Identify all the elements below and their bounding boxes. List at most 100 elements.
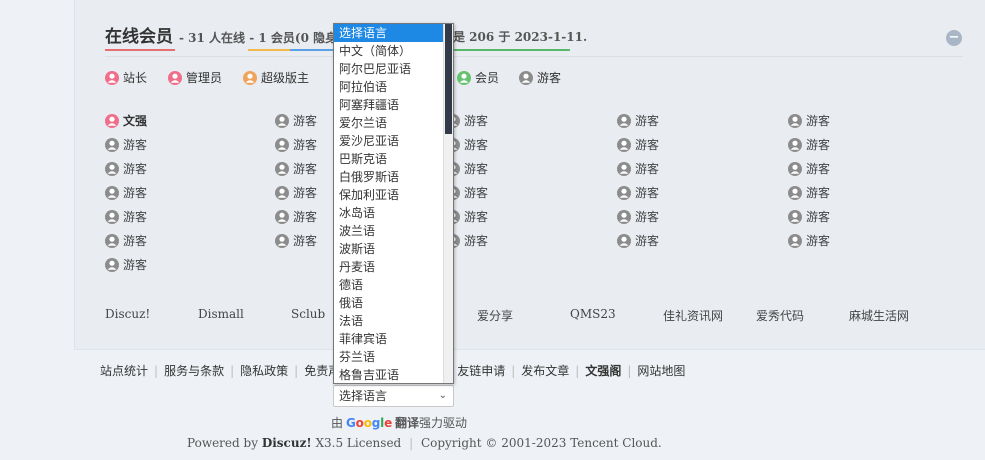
user-icon xyxy=(105,233,119,248)
language-select[interactable]: 选择语言 ⌄ xyxy=(333,385,454,407)
online-user[interactable]: 游客 xyxy=(275,160,317,177)
online-user[interactable]: 游客 xyxy=(617,232,659,249)
online-user[interactable]: 游客 xyxy=(105,184,147,201)
friend-link-qms23[interactable]: QMS23 xyxy=(570,307,616,321)
legend-guest: 游客 xyxy=(519,69,561,86)
online-user[interactable]: 游客 xyxy=(617,136,659,153)
language-option[interactable]: 波斯语 xyxy=(334,240,453,258)
google-logo[interactable]: Google xyxy=(346,416,392,430)
online-user[interactable]: 游客 xyxy=(275,208,317,225)
online-user[interactable]: 游客 xyxy=(617,160,659,177)
online-user-name: 游客 xyxy=(806,138,831,152)
online-user[interactable]: 游客 xyxy=(617,184,659,201)
user-icon xyxy=(617,161,631,176)
user-icon xyxy=(275,137,289,152)
language-option[interactable]: 冰岛语 xyxy=(334,204,453,222)
language-option[interactable]: 德语 xyxy=(334,276,453,294)
online-user[interactable]: 游客 xyxy=(788,184,830,201)
online-user[interactable]: 游客 xyxy=(617,112,659,129)
title-underline-green xyxy=(454,49,570,51)
online-user-name: 游客 xyxy=(123,138,148,152)
footer-link-stats[interactable]: 站点统计 xyxy=(100,362,148,379)
online-user[interactable]: 游客 xyxy=(788,208,830,225)
footer-link-friendlink[interactable]: 友链申请 xyxy=(457,362,505,379)
friend-link-jiali[interactable]: 佳礼资讯网 xyxy=(663,307,723,324)
language-option[interactable]: 法语 xyxy=(334,312,453,330)
friend-link-aixiu[interactable]: 爱秀代码 xyxy=(756,307,804,324)
language-option[interactable]: 阿塞拜疆语 xyxy=(334,96,453,114)
user-icon xyxy=(275,185,289,200)
footer-link-terms[interactable]: 服务与条款 xyxy=(164,362,224,379)
language-option[interactable]: 选择语言 xyxy=(334,24,453,42)
language-option[interactable]: 巴斯克语 xyxy=(334,150,453,168)
online-user-name: 游客 xyxy=(806,234,831,248)
online-user[interactable]: 游客 xyxy=(788,232,830,249)
friend-link-aifenxiang[interactable]: 爱分享 xyxy=(477,307,513,324)
footer-link-sitemap[interactable]: 网站地图 xyxy=(637,362,685,379)
language-option[interactable]: 爱尔兰语 xyxy=(334,114,453,132)
friend-link-dismall[interactable]: Dismall xyxy=(198,307,244,321)
powered-by-label: Powered by xyxy=(187,436,258,450)
language-option[interactable]: 菲律宾语 xyxy=(334,330,453,348)
footer-link-post[interactable]: 发布文章 xyxy=(521,362,569,379)
user-icon xyxy=(105,257,119,272)
language-option[interactable]: 格鲁吉亚语 xyxy=(334,366,453,383)
language-option[interactable]: 波兰语 xyxy=(334,222,453,240)
legend-supermod-label: 超级版主 xyxy=(261,71,310,85)
version-link[interactable]: X3.5 Licensed xyxy=(315,436,401,450)
online-user[interactable]: 游客 xyxy=(105,208,147,225)
brand-link[interactable]: Discuz! xyxy=(262,436,312,450)
language-option[interactable]: 俄语 xyxy=(334,294,453,312)
friend-link-sclub[interactable]: Sclub xyxy=(291,307,325,321)
online-user[interactable]: 游客 xyxy=(105,232,147,249)
online-user[interactable]: 游客 xyxy=(275,136,317,153)
online-user[interactable]: 游客 xyxy=(788,160,830,177)
language-option[interactable]: 白俄罗斯语 xyxy=(334,168,453,186)
user-icon xyxy=(105,185,119,200)
online-title-text[interactable]: 在线会员 xyxy=(105,22,173,47)
online-user[interactable]: 文强 xyxy=(105,112,147,129)
online-user[interactable]: 游客 xyxy=(105,160,147,177)
language-option[interactable]: 爱沙尼亚语 xyxy=(334,132,453,150)
user-icon xyxy=(275,113,289,128)
online-user[interactable]: 游客 xyxy=(788,112,830,129)
title-underline-red xyxy=(105,49,175,51)
online-user[interactable]: 游客 xyxy=(617,208,659,225)
online-user-name: 游客 xyxy=(806,210,831,224)
online-user-name: 游客 xyxy=(464,234,489,248)
online-user[interactable]: 游客 xyxy=(105,256,147,273)
legend-manager-label: 管理员 xyxy=(186,71,223,85)
online-user[interactable]: 游客 xyxy=(788,136,830,153)
friend-link-discuz[interactable]: Discuz! xyxy=(105,307,150,321)
online-user-name: 游客 xyxy=(293,114,318,128)
footer-link-home[interactable]: 文强阁 xyxy=(585,362,621,379)
online-user[interactable]: 游客 xyxy=(105,136,147,153)
friend-link-macheng[interactable]: 麻城生活网 xyxy=(849,307,909,324)
online-user[interactable]: 游客 xyxy=(275,184,317,201)
online-record: 是 206 于 2023-1-11. xyxy=(453,30,588,44)
online-user[interactable]: 游客 xyxy=(275,232,317,249)
copyright-text: Copyright © 2001-2023 Tencent Cloud. xyxy=(420,436,662,450)
user-icon xyxy=(168,70,182,85)
language-option[interactable]: 芬兰语 xyxy=(334,348,453,366)
language-option[interactable]: 阿尔巴尼亚语 xyxy=(334,60,453,78)
online-user-name: 游客 xyxy=(293,234,318,248)
user-icon xyxy=(275,209,289,224)
footer-link-privacy[interactable]: 隐私政策 xyxy=(240,362,288,379)
online-user-name: 游客 xyxy=(806,186,831,200)
online-user-name: 游客 xyxy=(806,162,831,176)
language-option[interactable]: 中文（简体） xyxy=(334,42,453,60)
dropdown-scrollbar-thumb[interactable] xyxy=(445,24,452,134)
online-user-name: 游客 xyxy=(123,210,148,224)
google-translate-label[interactable]: 翻译 xyxy=(395,414,419,431)
collapse-button[interactable]: − xyxy=(946,30,962,46)
language-option[interactable]: 丹麦语 xyxy=(334,258,453,276)
online-user[interactable]: 游客 xyxy=(275,112,317,129)
online-user-name: 游客 xyxy=(635,114,660,128)
dropdown-scrollbar[interactable] xyxy=(443,24,453,383)
user-icon xyxy=(105,70,119,85)
online-panel xyxy=(74,0,985,350)
language-option[interactable]: 阿拉伯语 xyxy=(334,78,453,96)
language-dropdown[interactable]: 选择语言 中文（简体） 阿尔巴尼亚语 阿拉伯语 阿塞拜疆语 爱尔兰语 爱沙尼亚语 巴斯克语 白俄… xyxy=(333,23,454,384)
language-option[interactable]: 保加利亚语 xyxy=(334,186,453,204)
